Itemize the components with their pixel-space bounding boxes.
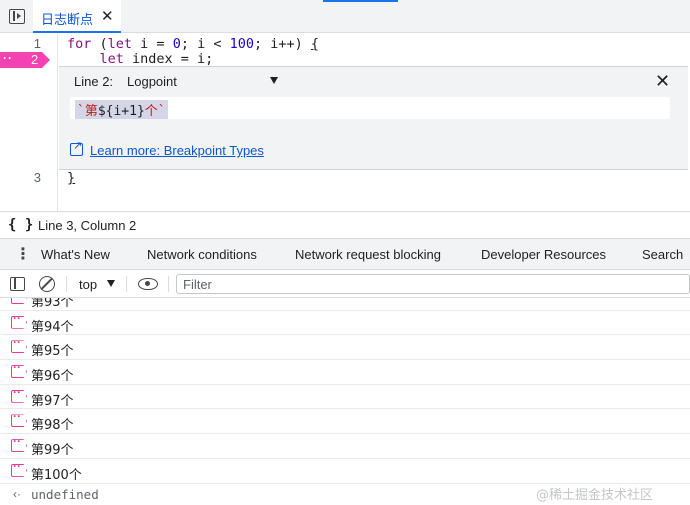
editor-status-bar: { } Line 3, Column 2 [0,211,690,239]
logpoint-message-icon [11,439,27,453]
more-vert-icon[interactable]: ⋮ [15,244,31,264]
curly-braces-icon[interactable]: { } [8,217,33,233]
toolbar-divider [66,276,67,292]
logpoint-message-icon [11,315,27,329]
logpoint-message-icon [11,414,27,428]
code-number: 100 [229,36,254,52]
code-line-2: let index = i; [67,51,214,67]
result-value: undefined [31,487,99,502]
clear-console-icon[interactable] [39,276,55,292]
editor-tab-strip: 日志断点 ✕ [0,0,690,33]
message-text: 第97个 [31,393,74,409]
toolbar-divider [126,276,127,292]
message-text: 第94个 [31,319,74,335]
message-text: 第99个 [31,443,74,459]
cursor-position: Line 3, Column 2 [38,218,137,233]
code-text: ; i++) [254,36,311,52]
tab-search[interactable]: Search [642,247,683,262]
close-icon[interactable]: ✕ [101,7,114,25]
watermark: @稀土掘金技术社区 [536,488,654,503]
toolbar-divider [168,276,169,292]
logpoint-marker-icon[interactable]: ·· 2 [0,52,50,68]
tab-whats-new[interactable]: What's New [41,247,110,262]
logpoint-message-icon [11,340,27,354]
console-message[interactable]: 第93个 [0,298,690,311]
console-message[interactable]: 第94个 [0,311,690,336]
console-message[interactable]: 第100个 [0,459,690,484]
learn-more-link[interactable]: Learn more: Breakpoint Types [90,143,264,158]
logpoint-message-icon [11,365,27,379]
logpoint-message-icon [11,298,27,304]
context-selector[interactable]: top [79,277,97,292]
close-icon[interactable]: ✕ [655,71,670,92]
drawer-tab-bar: ⋮ What's New Network conditions Network … [0,239,690,270]
breakpoint-type-select[interactable]: Logpoint [127,74,177,89]
console-output[interactable]: 第93个 第94个 第95个 第96个 第97个 第98个 第99个 第100个… [0,298,690,505]
console-sidebar-icon[interactable] [10,277,25,291]
console-message[interactable]: 第98个 [0,409,690,435]
console-message[interactable]: 第97个 [0,385,690,410]
logpoint-line-label: Line 2: [74,74,114,89]
code-text: ; i < [180,36,230,52]
line-number[interactable]: 3 [34,170,41,185]
eye-icon[interactable] [138,278,158,290]
code-keyword: for [67,36,92,52]
console-message-list: 第93个 第94个 第95个 第96个 第97个 第98个 第99个 第100个 [0,298,690,484]
tab-network-request-blocking[interactable]: Network request blocking [295,247,441,262]
expression-template-part: ${i+1} [97,104,145,119]
code-line-3: } [67,170,75,186]
tab-network-conditions[interactable]: Network conditions [147,247,257,262]
message-text: 第98个 [31,418,74,434]
return-value-icon: ‹· [13,487,21,501]
code-text: ( [91,36,108,52]
logpoint-message-icon [11,389,27,403]
code-text: i = [132,36,173,52]
console-message[interactable]: 第99个 [0,434,690,459]
panel-toggle-icon[interactable] [9,9,25,24]
code-number: 0 [172,36,181,52]
tab-developer-resources[interactable]: Developer Resources [481,247,606,262]
code-brace: { [310,36,320,52]
message-text: 第100个 [31,467,82,483]
line-number-gutter[interactable]: 1 ·· 2 3 [0,34,58,211]
line-number[interactable]: 1 [34,36,41,51]
line-number: 2 [31,52,39,67]
expression-string-part: 个` [144,104,166,119]
console-message[interactable]: 第95个 [0,335,690,361]
file-tab-label: 日志断点 [41,12,94,27]
message-text: 第96个 [31,369,74,385]
external-link-icon [70,139,83,156]
code-line-1: for (let i = 0; i < 100; i++) { [67,36,319,52]
code-keyword: let [107,36,133,52]
console-message[interactable]: 第96个 [0,360,690,385]
code-text: index = i; [123,51,214,67]
top-accent-bar [323,0,398,2]
expression-string-part: `第 [77,104,98,119]
logpoint-expression-input[interactable]: `第${i+1}个` [70,97,670,119]
logpoint-expression-text: `第${i+1}个` [75,100,168,119]
filter-input[interactable] [177,275,689,293]
dropdown-caret-icon[interactable] [270,77,278,84]
dropdown-caret-icon[interactable] [107,280,115,287]
file-tab[interactable]: 日志断点 ✕ [33,0,121,33]
code-brace: } [67,170,76,186]
logpoint-marker-dots: ·· [3,51,13,65]
code-keyword: let [99,51,124,67]
message-text: 第95个 [31,344,74,360]
filter-field[interactable] [176,274,690,294]
logpoint-message-icon [11,463,27,477]
logpoint-editor-widget: Line 2: Logpoint ✕ `第${i+1}个` Learn more… [59,66,688,170]
message-text: 第93个 [31,298,74,310]
console-toolbar: top [0,270,690,298]
